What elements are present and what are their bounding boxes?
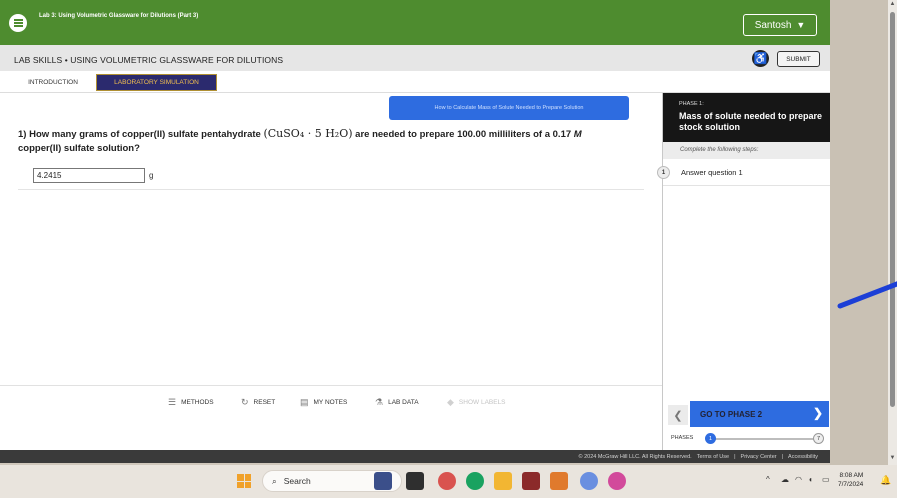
menu-icon[interactable] <box>9 14 27 32</box>
reset-icon: ↻ <box>241 397 249 407</box>
phase-navigation: ❮ GO TO PHASE 2 ❯ <box>663 401 830 427</box>
bottom-toolbar: ☰ METHODS ↻ RESET ▤ MY NOTES ⚗ LAB DATA … <box>0 385 662 450</box>
accessibility-icon[interactable]: ♿ <box>752 50 769 67</box>
scrollbar-thumb[interactable] <box>890 12 895 407</box>
notes-icon: ▤ <box>300 397 309 407</box>
page-title: LAB SKILLS • USING VOLUMETRIC GLASSWARE … <box>14 55 284 65</box>
edge-browser-icon[interactable] <box>466 472 484 490</box>
tab-laboratory-simulation[interactable]: LABORATORY SIMULATION <box>96 74 217 91</box>
battery-icon[interactable]: ▭ <box>822 475 830 484</box>
question-formula: (CuSO₄ · 5 H₂O) <box>263 127 353 140</box>
pen-annotation-stroke <box>837 281 897 309</box>
question-prefix: 1) How many grams of copper(II) sulfate … <box>18 129 261 140</box>
lab-data-button[interactable]: ⚗ LAB DATA <box>375 397 419 408</box>
chevron-right-icon: ❯ <box>812 406 823 420</box>
answer-unit: g <box>149 171 154 180</box>
windows-start-icon[interactable] <box>237 474 251 488</box>
scroll-down-arrow-icon[interactable]: ▼ <box>889 455 896 461</box>
tray-overflow-icon[interactable]: ^ <box>766 475 770 484</box>
accessibility-link[interactable]: Accessibility <box>788 454 818 460</box>
chevron-down-icon: ▼ <box>796 20 806 30</box>
flask-icon: ⚗ <box>375 397 384 407</box>
question-end: copper(II) sulfate solution? <box>18 143 140 154</box>
clock-date: 7/7/2024 <box>838 481 864 488</box>
file-explorer-icon[interactable] <box>494 472 512 490</box>
methods-label: METHODS <box>181 399 214 406</box>
top-header: Lab 3: Using Volumetric Glassware for Di… <box>0 0 830 45</box>
step-number-badge: 1 <box>657 166 670 179</box>
vertical-scrollbar[interactable]: ▲ ▼ <box>888 0 897 465</box>
question-text: 1) How many grams of copper(II) sulfate … <box>18 127 648 156</box>
steps-instruction: Complete the following steps: <box>663 142 830 159</box>
cloud-icon[interactable]: ☁ <box>781 475 789 484</box>
reset-button[interactable]: ↻ RESET <box>241 397 275 408</box>
answer-input[interactable] <box>33 168 145 183</box>
phases-progress: PHASES 1 7 <box>663 432 830 446</box>
step-item[interactable]: 1 Answer question 1 <box>657 159 830 186</box>
submit-button[interactable]: SUBMIT <box>777 51 820 67</box>
phase-dot-current[interactable]: 1 <box>705 433 716 444</box>
user-menu-button[interactable]: Santosh ▼ <box>743 14 817 36</box>
footer-separator: | <box>734 453 736 460</box>
help-calculation-button[interactable]: How to Calculate Mass of Solute Needed t… <box>389 96 629 120</box>
widgets-icon[interactable] <box>374 472 392 490</box>
tab-introduction[interactable]: INTRODUCTION <box>17 74 89 91</box>
search-icon: ⌕ <box>272 475 277 486</box>
phase-sidepanel: PHASE 1: Mass of solute needed to prepar… <box>657 93 830 450</box>
next-phase-label: GO TO PHASE 2 <box>700 409 763 419</box>
store-icon[interactable] <box>522 472 540 490</box>
copilot-icon[interactable] <box>580 472 598 490</box>
phase-dot-last[interactable]: 7 <box>813 433 824 444</box>
tag-icon: ◆ <box>447 397 454 407</box>
phase-number: PHASE 1: <box>679 101 704 107</box>
search-label: Search <box>283 476 311 486</box>
reset-label: RESET <box>253 399 276 406</box>
game-app-icon[interactable] <box>438 472 456 490</box>
phase-title: Mass of solute needed to prepare stock s… <box>679 111 823 132</box>
question-divider <box>18 189 644 190</box>
lab-data-label: LAB DATA <box>388 399 419 406</box>
volume-icon[interactable]: ◖ <box>808 475 813 484</box>
terms-link[interactable]: Terms of Use <box>697 454 729 460</box>
media-app-icon[interactable] <box>608 472 626 490</box>
task-view-icon[interactable] <box>406 472 424 490</box>
desktop-background-strip <box>830 0 897 465</box>
notification-bell-icon[interactable]: 🔔 <box>880 475 891 486</box>
footer: © 2024 McGraw Hill LLC. All Rights Reser… <box>0 450 830 463</box>
wifi-icon[interactable]: ◠ <box>795 475 802 484</box>
lab-title: Lab 3: Using Volumetric Glassware for Di… <box>39 13 199 19</box>
show-labels-button[interactable]: ◆ SHOW LABELS <box>447 397 506 408</box>
privacy-link[interactable]: Privacy Center <box>741 454 777 460</box>
windows-taskbar: ⌕ Search ^ ☁ ◠ ◖ ▭ 8:08 AM 7/7/2024 🔔 <box>0 465 897 498</box>
question-suffix: are needed to prepare 100.00 milliliters… <box>355 129 572 140</box>
list-icon: ☰ <box>168 397 177 407</box>
phase-header: PHASE 1: Mass of solute needed to prepar… <box>663 93 830 142</box>
clock-time: 8:08 AM <box>839 472 864 479</box>
mail-icon[interactable] <box>550 472 568 490</box>
tab-bar: INTRODUCTION LABORATORY SIMULATION <box>0 71 830 93</box>
show-labels-label: SHOW LABELS <box>458 399 506 406</box>
my-notes-button[interactable]: ▤ MY NOTES <box>300 397 347 408</box>
phases-track <box>710 438 822 440</box>
phases-label: PHASES <box>671 435 694 441</box>
sub-header: LAB SKILLS • USING VOLUMETRIC GLASSWARE … <box>0 45 830 71</box>
lab-app-window: Lab 3: Using Volumetric Glassware for Di… <box>0 0 830 463</box>
my-notes-label: MY NOTES <box>313 399 348 406</box>
copyright-text: © 2024 McGraw Hill LLC. All Rights Reser… <box>578 453 692 460</box>
methods-button[interactable]: ☰ METHODS <box>168 397 214 408</box>
footer-separator: | <box>781 453 784 460</box>
step-text: Answer question 1 <box>681 168 743 177</box>
question-area: How to Calculate Mass of Solute Needed t… <box>0 93 662 385</box>
user-name: Santosh <box>754 19 792 31</box>
taskbar-clock[interactable]: 8:08 AM 7/7/2024 <box>838 471 863 489</box>
molarity-unit: M <box>573 129 582 140</box>
scroll-up-arrow-icon[interactable]: ▲ <box>889 1 896 7</box>
next-phase-button[interactable]: GO TO PHASE 2 ❯ <box>690 401 829 427</box>
chevron-left-icon[interactable]: ❮ <box>668 405 688 425</box>
